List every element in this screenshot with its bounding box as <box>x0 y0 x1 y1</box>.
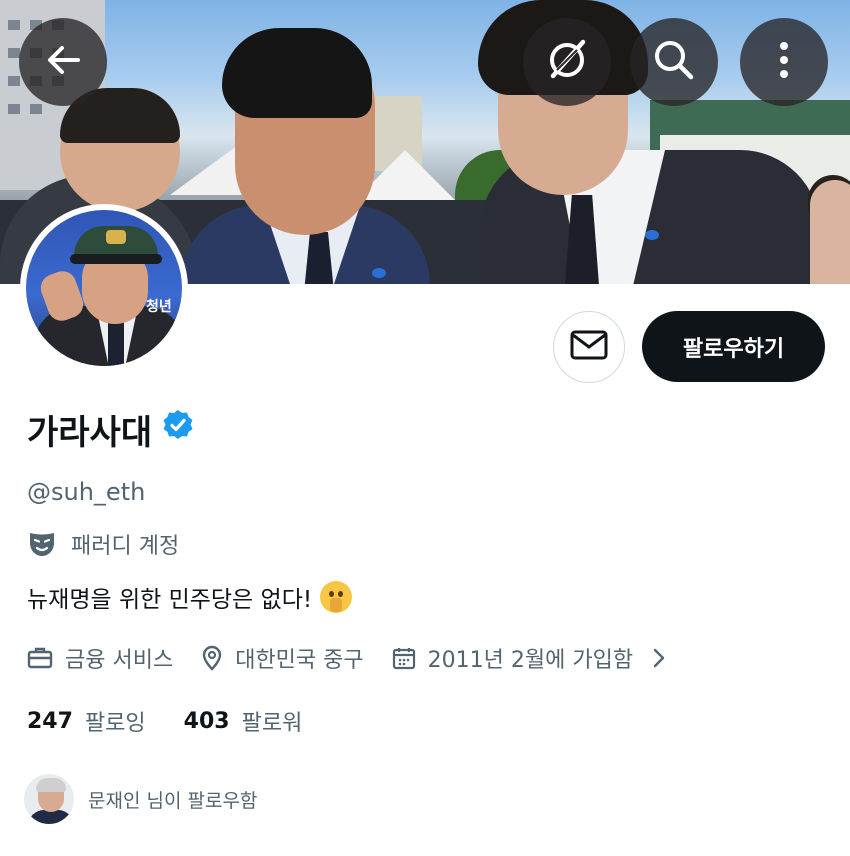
search-button[interactable] <box>630 18 718 106</box>
avatar-caption: 청년 <box>146 299 172 315</box>
meta-joined[interactable]: 2011년 2월에 가입함 <box>392 642 633 674</box>
followed-by[interactable]: 문재인 님이 팔로우함 <box>22 772 257 826</box>
follower-avatar <box>22 772 76 826</box>
display-name-text: 가라사대 <box>27 413 153 453</box>
meta-location-text: 대한민국 중구 <box>235 648 364 673</box>
grok-icon <box>543 36 591 88</box>
following-count[interactable]: 247 <box>27 709 73 734</box>
more-options-button[interactable] <box>740 18 828 106</box>
location-pin-icon <box>201 645 223 671</box>
back-arrow-icon <box>42 39 84 85</box>
meta-location: 대한민국 중구 <box>201 642 364 674</box>
display-name: 가라사대 <box>27 405 194 454</box>
bio: 뉴재명을 위한 민주당은 없다! <box>27 580 353 614</box>
briefcase-icon <box>27 646 53 670</box>
meta-category-text: 금융 서비스 <box>65 648 174 673</box>
follow-stats: 247 팔로잉 403 팔로워 <box>27 705 340 737</box>
shushing-face-emoji <box>320 581 353 613</box>
handle: @suh_eth <box>27 478 146 506</box>
verified-badge-icon[interactable] <box>162 409 194 450</box>
following-label[interactable]: 팔로잉 <box>85 705 146 737</box>
profile-avatar[interactable]: 청년 <box>20 204 188 372</box>
followers-count[interactable]: 403 <box>184 709 230 734</box>
parody-label: 패러디 계정 <box>27 528 179 560</box>
chevron-right-icon[interactable] <box>651 646 667 670</box>
search-icon <box>651 37 697 87</box>
meta-category: 금융 서비스 <box>27 642 173 674</box>
parody-label-text: 패러디 계정 <box>71 534 180 559</box>
message-button[interactable] <box>553 311 625 383</box>
more-vertical-icon <box>778 40 790 84</box>
grok-button[interactable] <box>523 18 611 106</box>
calendar-icon <box>392 646 416 670</box>
meta-joined-text: 2011년 2월에 가입함 <box>427 648 634 673</box>
follow-button[interactable]: 팔로우하기 <box>642 311 825 382</box>
bio-text: 뉴재명을 위한 민주당은 없다! <box>27 587 313 613</box>
followed-by-text: 문재인 님이 팔로우함 <box>88 789 258 812</box>
theater-mask-icon <box>27 530 57 558</box>
followers-label[interactable]: 팔로워 <box>242 705 303 737</box>
mail-icon <box>570 329 608 365</box>
back-button[interactable] <box>19 18 107 106</box>
profile-meta: 금융 서비스 대한민국 중구 2011년 2월에 가입함 <box>27 642 667 674</box>
